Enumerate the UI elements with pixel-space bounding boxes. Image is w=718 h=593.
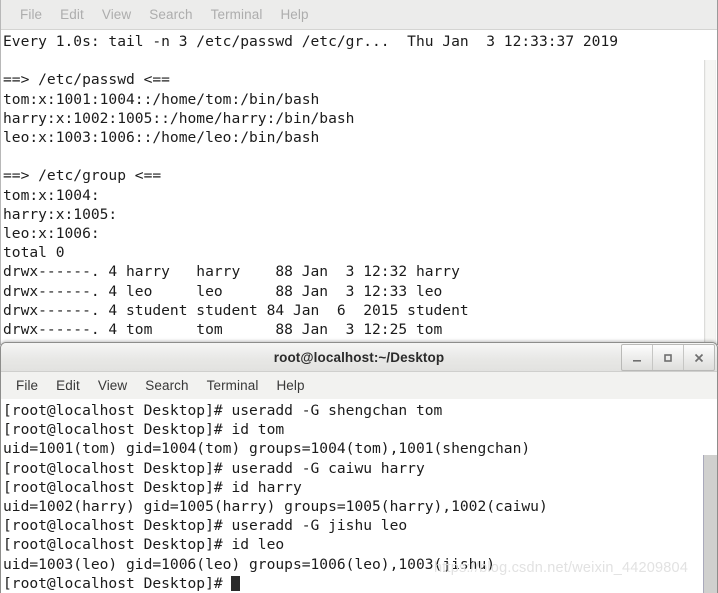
watch-output-line (3, 51, 717, 70)
close-button[interactable] (684, 345, 714, 370)
watch-output-line: drwx------. 4 leo leo 88 Jan 3 12:33 leo (3, 282, 443, 300)
minimize-icon (633, 359, 641, 362)
shell-title-bar[interactable]: root@localhost:~/Desktop (1, 343, 717, 372)
minimize-button[interactable] (622, 345, 653, 370)
watch-scrollbar[interactable] (704, 60, 716, 345)
watch-header-line: Every 1.0s: tail -n 3 /etc/passwd /etc/g… (3, 33, 619, 50)
watch-menu-item-help[interactable]: Help (271, 5, 317, 24)
watch-output-line: total 0 (3, 244, 65, 262)
watch-menu-bar: File Edit View Search Terminal Help (1, 0, 717, 30)
shell-menu-bar: File Edit View Search Terminal Help (1, 372, 717, 400)
watch-output-line: leo:x:1003:1006::/home/leo:/bin/bash (3, 129, 320, 147)
watch-terminal-window: File Edit View Search Terminal Help Ever… (0, 0, 718, 345)
shell-menu-item-file[interactable]: File (7, 376, 47, 395)
watch-menu-item-terminal[interactable]: Terminal (202, 5, 272, 24)
watch-menu-item-view[interactable]: View (93, 5, 140, 24)
watch-menu-item-edit[interactable]: Edit (51, 5, 93, 24)
shell-menu-item-edit[interactable]: Edit (47, 376, 89, 395)
watch-output: Every 1.0s: tail -n 3 /etc/passwd /etc/g… (1, 30, 717, 339)
shell-output: [root@localhost Desktop]# useradd -G she… (1, 399, 717, 593)
shell-output-line: [root@localhost Desktop]# useradd -G cai… (3, 459, 425, 477)
text-cursor (231, 575, 241, 591)
shell-output-line: uid=1002(harry) gid=1005(harry) groups=1… (3, 498, 548, 516)
maximize-button[interactable] (653, 345, 684, 370)
watch-output-line: harry:x:1005: (3, 205, 118, 223)
shell-output-line: [root@localhost Desktop]# useradd -G jis… (3, 517, 408, 535)
watch-output-line: drwx------. 4 student student 84 Jan 6 2… (3, 301, 469, 319)
watch-scrollbar-thumb[interactable] (706, 60, 715, 345)
shell-menu-item-help[interactable]: Help (267, 376, 313, 395)
shell-output-line: uid=1003(leo) gid=1006(leo) groups=1006(… (3, 555, 496, 573)
shell-scrollbar[interactable] (703, 455, 717, 593)
shell-terminal-body[interactable]: [root@localhost Desktop]# useradd -G she… (1, 399, 717, 593)
watch-menu-item-file[interactable]: File (11, 5, 51, 24)
watch-body-lines: ==> /etc/passwd <== tom:x:1001:1004::/hom… (3, 51, 717, 339)
shell-menu-item-search[interactable]: Search (136, 376, 197, 395)
window-controls (621, 344, 715, 371)
watch-output-line (3, 147, 717, 166)
close-icon (694, 353, 704, 362)
shell-output-line: uid=1001(tom) gid=1004(tom) groups=1004(… (3, 440, 531, 458)
watch-output-line: ==> /etc/group <== (3, 167, 162, 185)
shell-body-lines: [root@localhost Desktop]# useradd -G she… (3, 401, 717, 574)
watch-output-line: leo:x:1006: (3, 225, 100, 243)
shell-terminal-window: root@localhost:~/Desktop File Edit View (0, 342, 718, 593)
watch-terminal-body[interactable]: Every 1.0s: tail -n 3 /etc/passwd /etc/g… (1, 30, 717, 345)
watch-output-line: harry:x:1002:1005::/home/harry:/bin/bash (3, 109, 355, 127)
shell-prompt-line: [root@localhost Desktop]# (3, 574, 717, 593)
maximize-icon (664, 353, 672, 362)
watch-output-line: tom:x:1004: (3, 186, 100, 204)
shell-menu-item-view[interactable]: View (89, 376, 136, 395)
watch-output-line: drwx------. 4 tom tom 88 Jan 3 12:25 tom (3, 321, 443, 339)
watch-menu-item-search[interactable]: Search (140, 5, 201, 24)
shell-output-line: [root@localhost Desktop]# id tom (3, 421, 285, 439)
watch-output-line: ==> /etc/passwd <== (3, 71, 170, 89)
watch-output-line: drwx------. 4 harry harry 88 Jan 3 12:32… (3, 263, 460, 281)
shell-output-line: [root@localhost Desktop]# id leo (3, 536, 285, 554)
shell-output-line: [root@localhost Desktop]# id harry (3, 478, 302, 496)
shell-menu-item-terminal[interactable]: Terminal (198, 376, 268, 395)
shell-prompt-text: [root@localhost Desktop]# (3, 574, 232, 592)
shell-window-title: root@localhost:~/Desktop (273, 349, 445, 365)
shell-output-line: [root@localhost Desktop]# useradd -G she… (3, 402, 443, 419)
watch-output-line: tom:x:1001:1004::/home/tom:/bin/bash (3, 90, 320, 108)
